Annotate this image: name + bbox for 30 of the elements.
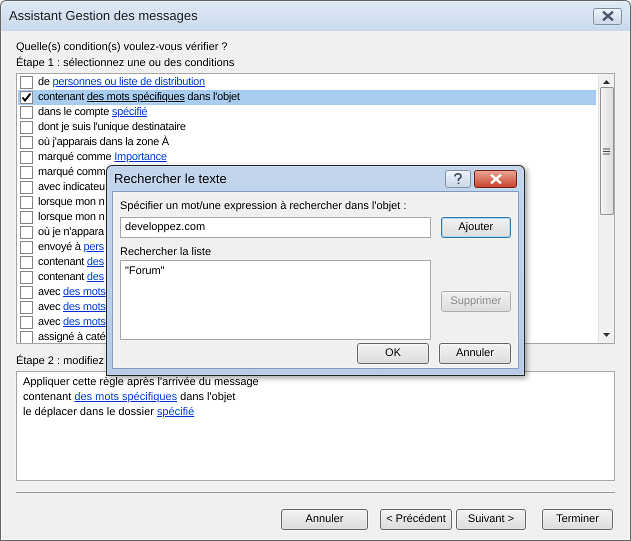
condition-text: avec xyxy=(38,286,62,298)
question-text: Quelle(s) condition(s) voulez-vous vérifier ? xyxy=(16,40,228,55)
condition-text: dans l'objet xyxy=(179,391,236,403)
condition-text: avec indicateu xyxy=(38,181,105,193)
condition-text: contenant xyxy=(38,256,86,268)
condition-text: dont je suis l'unique destinataire xyxy=(38,121,186,133)
condition-text: dans l'objet xyxy=(186,91,240,103)
condition-text: où j'apparais dans la zone À xyxy=(38,136,169,148)
condition-text: de xyxy=(38,76,51,88)
list-label: Rechercher la liste xyxy=(120,244,212,260)
condition-text: assigné à caté xyxy=(38,331,106,343)
condition-text: lorsque mon n xyxy=(38,211,104,223)
condition-text: où je n'appara xyxy=(38,226,104,238)
window-title: Assistant Gestion des messages xyxy=(9,7,199,26)
condition-text: marqué comm xyxy=(38,166,106,178)
prompt-label: Spécifier un mot/une expression à rechercher dans l'objet : xyxy=(120,199,406,214)
condition-text: le déplacer dans le dossier xyxy=(23,406,155,418)
condition-text: contenant xyxy=(38,271,86,283)
condition-text: lorsque mon n xyxy=(38,196,104,208)
step-label: Étape 2 : modifiez xyxy=(16,354,104,369)
dialog-title: Rechercher le texte xyxy=(114,170,228,188)
step-label: Étape 1 : sélectionnez une ou des conditions xyxy=(16,56,234,71)
condition-text: avec xyxy=(38,301,62,313)
condition-text: envoyé à xyxy=(38,241,82,253)
condition-text: avec xyxy=(38,316,62,328)
condition-text: marqué comme xyxy=(38,151,112,163)
condition-text: contenant xyxy=(38,91,86,103)
condition-text: Appliquer cette règle après l'arrivée du message xyxy=(23,376,259,388)
condition-text: dans le compte xyxy=(38,106,110,118)
condition-text: contenant xyxy=(23,391,72,403)
